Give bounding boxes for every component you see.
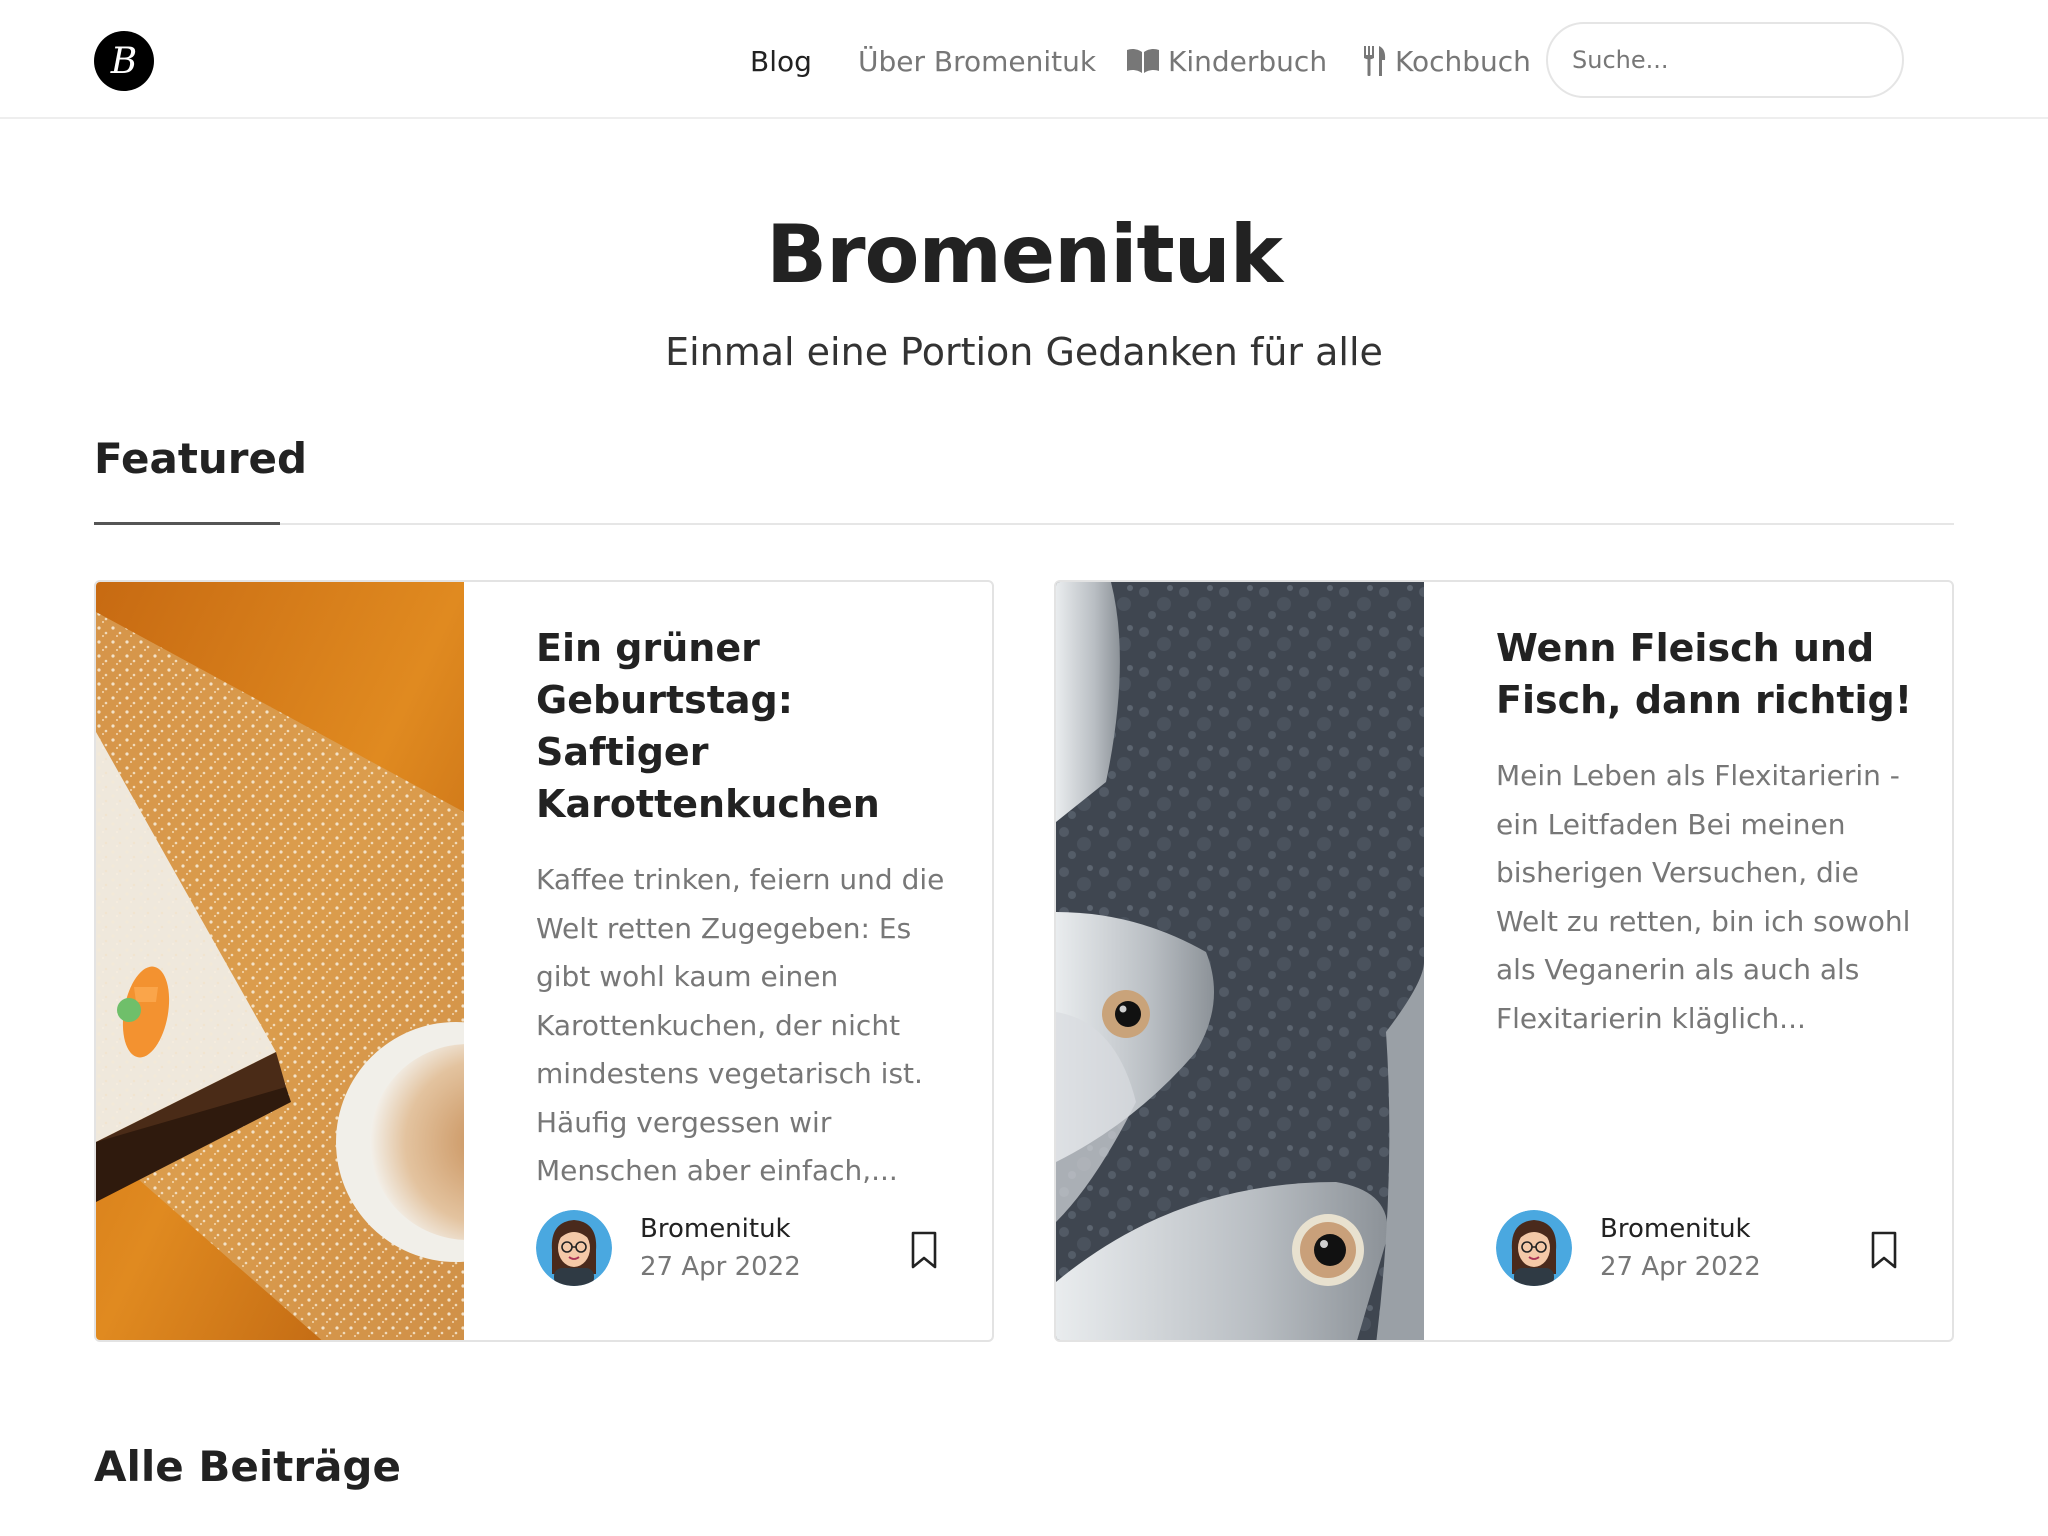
avatar-illustration — [1496, 1210, 1572, 1286]
utensils-icon — [1364, 46, 1386, 76]
book-open-icon — [1127, 48, 1159, 73]
post-card-body: Wenn Fleisch und Fisch, dann richtig! Me… — [1496, 622, 1926, 1043]
section-divider-accent — [94, 522, 280, 525]
search-input[interactable] — [1546, 22, 1904, 98]
nav-link-kochbuch[interactable]: Kochbuch — [1363, 38, 1531, 84]
all-posts-heading: Alle Beiträge — [94, 1442, 401, 1491]
post-author: Bromenituk — [1600, 1214, 1751, 1244]
carrot-cake-photo — [96, 582, 464, 1340]
post-image-carrot-cake[interactable] — [96, 582, 464, 1340]
nav-link-blog[interactable]: Blog — [750, 38, 812, 84]
featured-heading: Featured — [94, 434, 308, 483]
nav-link-kinderbuch[interactable]: Kinderbuch — [1126, 38, 1327, 84]
author-avatar[interactable] — [536, 1210, 612, 1286]
svg-text:B: B — [110, 41, 137, 82]
post-author: Bromenituk — [640, 1214, 791, 1244]
post-card-body: Ein grüner Geburtstag: Saftiger Karotten… — [536, 622, 966, 1196]
post-date: 27 Apr 2022 — [640, 1252, 801, 1282]
bookmark-icon[interactable] — [908, 1230, 940, 1270]
post-excerpt: Mein Leben als Flexitarierin - ein Leitf… — [1496, 759, 1911, 1035]
logo-b-letter: B — [110, 41, 137, 82]
post-excerpt: Kaffee trinken, feiern und die Welt rett… — [536, 863, 945, 1187]
bookmark-icon[interactable] — [1868, 1230, 1900, 1270]
post-date: 27 Apr 2022 — [1600, 1252, 1761, 1282]
site-title: Bromenituk — [766, 208, 1283, 301]
bookmark-outline-icon — [911, 1231, 937, 1269]
fish-on-ice-photo — [1056, 582, 1424, 1340]
post-title[interactable]: Ein grüner Geburtstag: Saftiger Karotten… — [536, 622, 966, 830]
site-logo[interactable]: B — [94, 31, 154, 91]
section-divider — [94, 523, 1954, 525]
top-navbar: B Blog Über Bromenituk Kinderbuch Kochbu… — [0, 0, 2048, 119]
featured-post-card[interactable]: Wenn Fleisch und Fisch, dann richtig! Me… — [1054, 580, 1954, 1342]
site-tagline: Einmal eine Portion Gedanken für alle — [665, 330, 1383, 374]
post-image-fish[interactable] — [1056, 582, 1424, 1340]
post-title[interactable]: Wenn Fleisch und Fisch, dann richtig! — [1496, 622, 1926, 726]
nav-link-ueber[interactable]: Über Bromenituk — [858, 38, 1096, 84]
post-meta: Bromenituk 27 Apr 2022 — [1496, 1210, 1916, 1290]
post-meta: Bromenituk 27 Apr 2022 — [536, 1210, 956, 1290]
author-avatar[interactable] — [1496, 1210, 1572, 1286]
avatar-illustration — [536, 1210, 612, 1286]
bookmark-outline-icon — [1871, 1231, 1897, 1269]
featured-post-card[interactable]: Ein grüner Geburtstag: Saftiger Karotten… — [94, 580, 994, 1342]
